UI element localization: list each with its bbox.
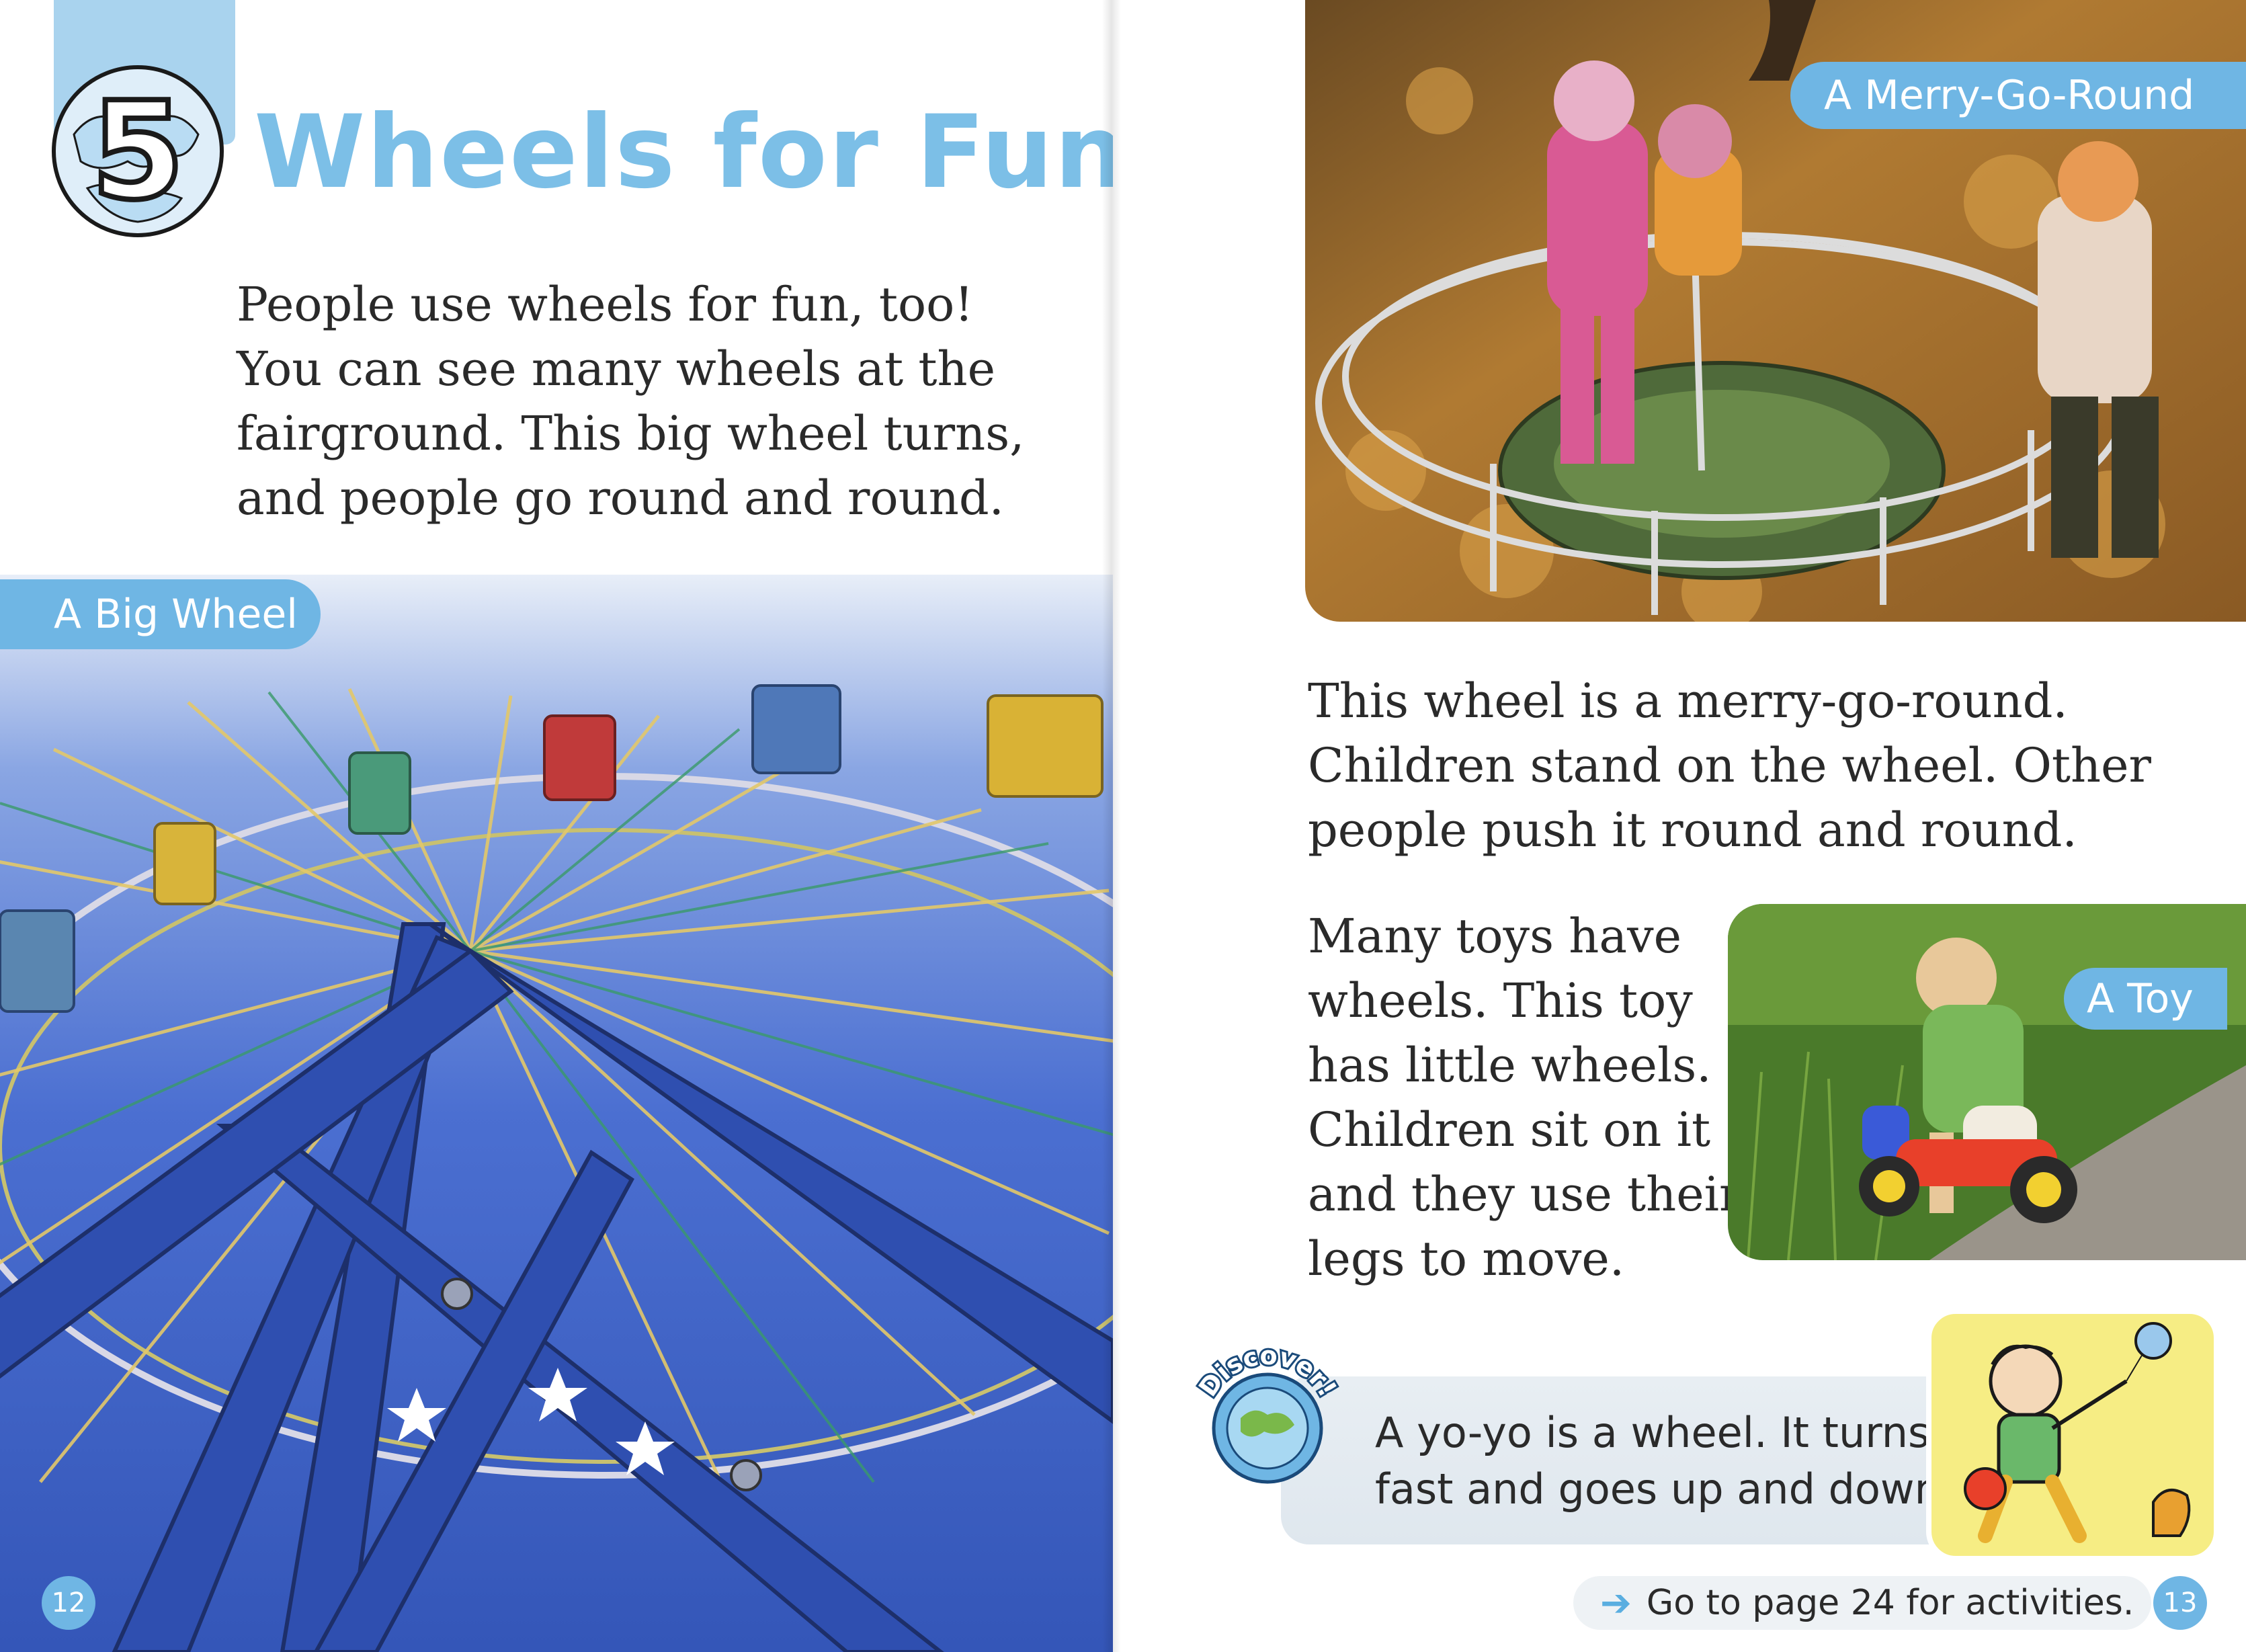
- page-number-left: 12: [42, 1576, 95, 1630]
- big-wheel-photo: [0, 575, 1113, 1652]
- chapter-number: 5: [88, 71, 187, 233]
- toy-line: Many toys have: [1308, 909, 1682, 964]
- toy-line: has little wheels.: [1308, 1038, 1712, 1093]
- chapter-badge: 5: [47, 60, 228, 242]
- arrow-right-icon: ➔: [1600, 1581, 1632, 1625]
- toy-line: and they use their: [1308, 1167, 1742, 1222]
- toy-line: wheels. This toy: [1308, 973, 1693, 1028]
- discover-text: A yo-yo is a wheel. It turns fast and go…: [1375, 1405, 1954, 1518]
- toy-line: legs to move.: [1308, 1231, 1625, 1286]
- merry-go-round-label: A Merry-Go-Round: [1790, 62, 2246, 129]
- merry-line: people push it round and round.: [1308, 802, 2077, 858]
- dog-icon: [2152, 1489, 2191, 1537]
- yoyo-icon: [2134, 1322, 2172, 1360]
- discover-line: A yo-yo is a wheel. It turns: [1375, 1408, 1930, 1457]
- intro-line: and people go round and round.: [237, 470, 1004, 526]
- activities-text: Go to page 24 for activities.: [1646, 1583, 2134, 1623]
- book-gutter: [1102, 0, 1121, 1652]
- chapter-title: Wheels for Fun: [254, 94, 1113, 211]
- right-page: A Merry-Go-Round This wheel is a merry-g…: [1113, 0, 2246, 1652]
- left-page: 5 Wheels for Fun People use wheels for f…: [0, 0, 1113, 1652]
- merry-line: Children stand on the wheel. Other: [1308, 738, 2151, 793]
- page-number-right: 13: [2153, 1576, 2207, 1630]
- yoyo-cartoon: [1925, 1307, 2220, 1563]
- intro-paragraph: People use wheels for fun, too! You can …: [237, 272, 1024, 530]
- big-wheel-label: A Big Wheel: [0, 579, 321, 649]
- discover-badge: Discover!: [1187, 1337, 1348, 1499]
- merry-go-round-paragraph: This wheel is a merry-go-round. Children…: [1308, 669, 2151, 862]
- merry-line: This wheel is a merry-go-round.: [1308, 673, 2068, 729]
- intro-line: You can see many wheels at the: [237, 341, 996, 397]
- intro-line: People use wheels for fun, too!: [237, 277, 974, 332]
- toy-photo: [1728, 904, 2246, 1260]
- intro-line: fairground. This big wheel turns,: [237, 406, 1025, 461]
- discover-line: fast and goes up and down.: [1375, 1464, 1954, 1514]
- toy-paragraph: Many toys have wheels. This toy has litt…: [1308, 904, 1741, 1291]
- toy-label: A Toy: [2064, 968, 2227, 1030]
- toy-line: Children sit on it: [1308, 1102, 1711, 1157]
- activities-link[interactable]: ➔ Go to page 24 for activities.: [1573, 1576, 2152, 1630]
